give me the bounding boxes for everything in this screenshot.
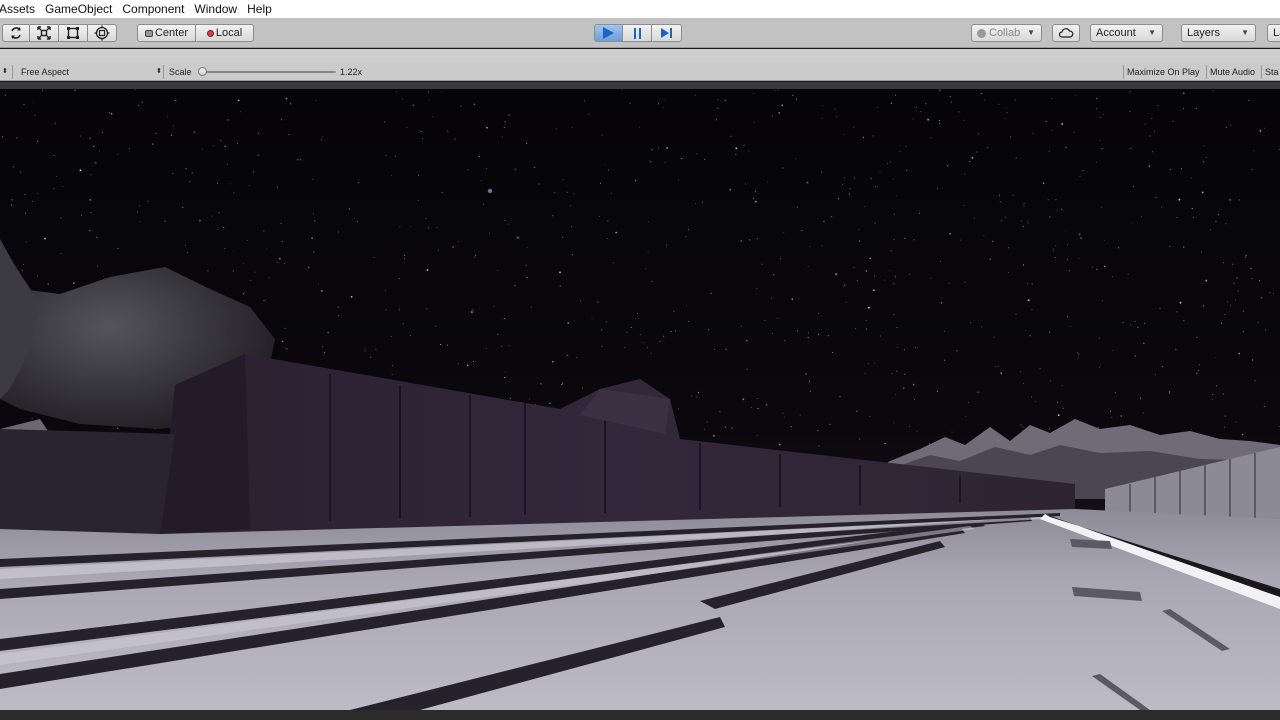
transform-tool-button[interactable] bbox=[88, 24, 117, 42]
pivot-local-label: Local bbox=[215, 27, 243, 39]
aspect-dropdown[interactable]: Free Aspect bbox=[21, 63, 69, 81]
layout-label: La bbox=[1273, 27, 1280, 39]
collab-label: Collab bbox=[989, 27, 1021, 39]
rect-tool-button[interactable] bbox=[59, 24, 88, 42]
pivot-center-button[interactable]: Center bbox=[137, 24, 196, 42]
account-label: Account bbox=[1096, 27, 1136, 39]
step-button[interactable] bbox=[652, 24, 682, 42]
aspect-chevron-icon: ⬍ bbox=[156, 68, 162, 75]
pivot-icon bbox=[144, 29, 153, 37]
cloud-button[interactable] bbox=[1052, 24, 1080, 42]
scene-render bbox=[0, 89, 1280, 710]
game-viewport[interactable] bbox=[0, 89, 1280, 710]
scale-value: 1.22x bbox=[340, 67, 363, 77]
menu-bar: Assets GameObject Component Window Help bbox=[0, 0, 1280, 18]
bottom-status-strip bbox=[0, 710, 1280, 720]
collab-dropdown[interactable]: Collab ▼ bbox=[971, 24, 1042, 42]
menu-window[interactable]: Window bbox=[189, 0, 242, 18]
scale-slider[interactable] bbox=[200, 71, 336, 73]
rotate-tool-button[interactable] bbox=[2, 24, 30, 42]
local-icon bbox=[206, 29, 214, 37]
play-icon bbox=[603, 27, 614, 39]
game-view-toolbar: ⬍ Free Aspect ⬍ Scale 1.22x Maximize On … bbox=[0, 63, 1280, 81]
step-icon bbox=[661, 28, 672, 38]
pause-icon bbox=[633, 27, 641, 39]
chevron-down-icon: ▼ bbox=[1027, 28, 1035, 37]
game-view-tab-strip bbox=[0, 49, 1280, 63]
scale-tool-icon bbox=[37, 26, 51, 40]
menu-help[interactable]: Help bbox=[242, 0, 277, 18]
scale-slider-handle[interactable] bbox=[197, 67, 207, 76]
stats-toggle[interactable]: Sta bbox=[1265, 63, 1279, 81]
chevron-down-icon: ▼ bbox=[1148, 28, 1156, 37]
pivot-center-label: Center bbox=[154, 27, 189, 39]
maximize-on-play-toggle[interactable]: Maximize On Play bbox=[1127, 63, 1200, 81]
game-view-divider bbox=[0, 82, 1280, 89]
chevron-down-icon: ▼ bbox=[1241, 28, 1249, 37]
rect-tool-icon bbox=[67, 27, 79, 39]
menu-assets[interactable]: Assets bbox=[0, 0, 40, 18]
layers-label: Layers bbox=[1187, 27, 1221, 39]
transform-tool-icon bbox=[94, 25, 110, 41]
menu-gameobject[interactable]: GameObject bbox=[40, 0, 117, 18]
cloud-icon bbox=[1058, 28, 1074, 38]
display-selector[interactable]: ⬍ bbox=[2, 63, 8, 81]
scale-tool-button[interactable] bbox=[30, 24, 59, 42]
layout-dropdown[interactable]: La bbox=[1267, 24, 1280, 42]
scale-label: Scale bbox=[169, 67, 192, 77]
check-icon bbox=[977, 28, 986, 38]
play-button[interactable] bbox=[594, 24, 623, 42]
pivot-local-button[interactable]: Local bbox=[196, 24, 254, 42]
layers-dropdown[interactable]: Layers ▼ bbox=[1181, 24, 1256, 42]
rotate-tool-icon bbox=[11, 27, 21, 39]
account-dropdown[interactable]: Account ▼ bbox=[1090, 24, 1163, 42]
mute-audio-toggle[interactable]: Mute Audio bbox=[1210, 63, 1255, 81]
main-toolbar: Center Local Collab ▼ Account ▼ Layers ▼… bbox=[0, 18, 1280, 48]
menu-component[interactable]: Component bbox=[117, 0, 189, 18]
pause-button[interactable] bbox=[623, 24, 652, 42]
